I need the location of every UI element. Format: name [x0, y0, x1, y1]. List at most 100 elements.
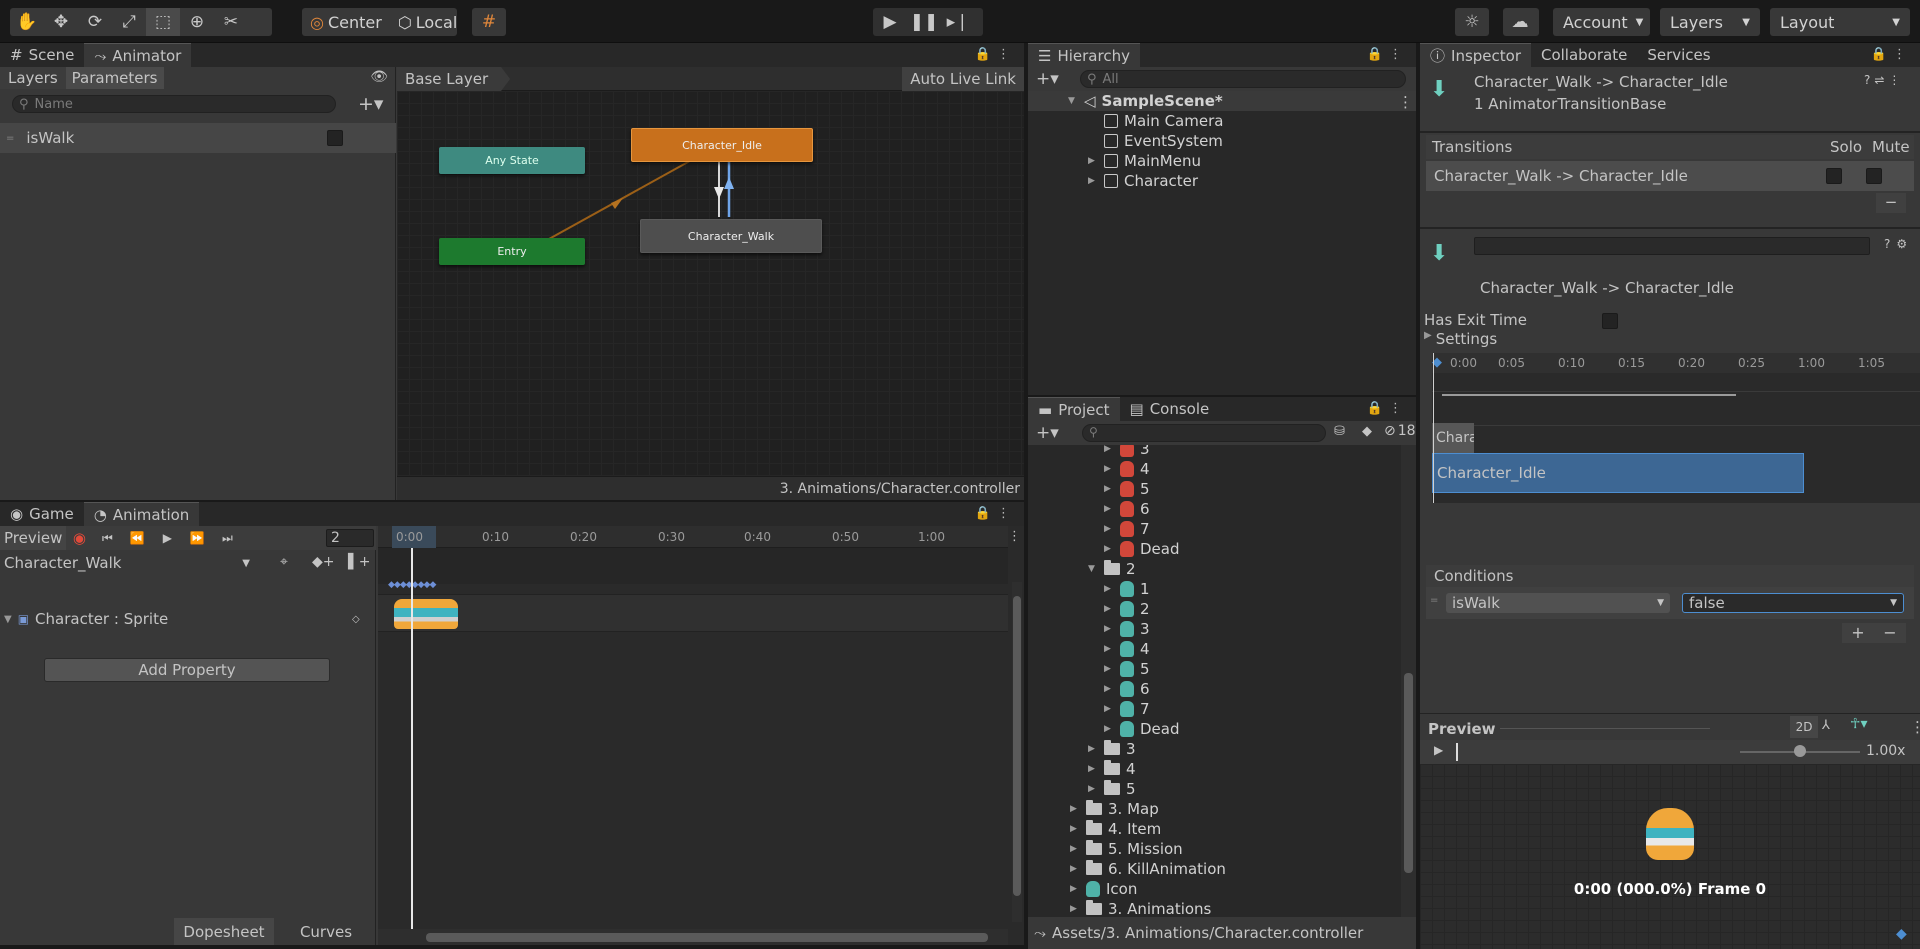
last-key-icon[interactable]: ⏭ [212, 531, 242, 546]
chevron-right-icon[interactable]: ▶ [1070, 904, 1080, 914]
asset-item[interactable]: ▶ Dead [1104, 539, 1180, 559]
folder-item[interactable]: ▶ 6. KillAnimation [1070, 859, 1226, 879]
clip-dropdown[interactable]: Character_Walk ▼ [0, 552, 256, 574]
panel-menu-icons[interactable]: 🔒⋮ [1367, 47, 1408, 62]
inspector-header-icons[interactable]: ?⇌⋮ [1864, 73, 1904, 87]
any-state-node[interactable]: Any State [439, 147, 585, 174]
asset-item[interactable]: ▶ 2 [1104, 599, 1150, 619]
chevron-down-icon[interactable]: ▼ [4, 614, 12, 625]
hierarchy-item-main-camera[interactable]: Main Camera [1104, 111, 1223, 131]
character-walk-node[interactable]: Character_Walk [640, 219, 822, 253]
tab-console[interactable]: ▤ Console [1120, 397, 1220, 421]
layout-dropdown[interactable]: Layout ▼ [1770, 8, 1910, 36]
tab-dopesheet[interactable]: Dopesheet [174, 918, 274, 945]
asset-item[interactable]: ▶ 6 [1104, 679, 1150, 699]
horizontal-scrollbar[interactable] [378, 929, 1008, 945]
sprite-keyframe-row[interactable] [378, 594, 1008, 632]
entry-node[interactable]: Entry [439, 238, 585, 265]
preview-viewport[interactable]: 0:00 (000.0%) Frame 0 ◆ [1420, 764, 1920, 949]
step-icon[interactable]: ▸❘ [941, 8, 975, 36]
chevron-right-icon[interactable]: ▶ [1088, 784, 1098, 794]
add-keyframe-icon[interactable]: ◆+ [312, 554, 335, 570]
sprite-keyframe-thumbnails[interactable] [394, 599, 458, 629]
folder-item[interactable]: ▶ 3 [1088, 739, 1136, 759]
has-exit-time-checkbox[interactable] [1602, 313, 1618, 329]
pause-icon[interactable]: ❚❚ [907, 8, 941, 36]
chevron-right-icon[interactable]: ▶ [1104, 484, 1114, 494]
frame-input[interactable]: 2 [326, 529, 374, 547]
chevron-down-icon[interactable]: ▼ [1068, 96, 1078, 106]
hand-tool-icon[interactable]: ✋ [10, 8, 44, 36]
chevron-right-icon[interactable]: ▶ [1104, 664, 1114, 674]
add-event-icon[interactable]: ▌+ [348, 554, 371, 570]
next-key-icon[interactable]: ⏩ [182, 531, 212, 545]
chevron-right-icon[interactable]: ▶ [1104, 544, 1114, 554]
parameter-bool-checkbox[interactable] [327, 130, 343, 146]
record-icon[interactable]: ◉ [66, 529, 92, 547]
chevron-right-icon[interactable]: ▶ [1070, 864, 1080, 874]
play-icon[interactable]: ▶ [873, 8, 907, 36]
tab-project[interactable]: ▬ Project [1028, 397, 1120, 421]
parameter-search-input[interactable]: ⚲ Name [12, 95, 336, 113]
add-condition-button[interactable]: + [1851, 623, 1864, 643]
pivot-local-button[interactable]: ⬡ Local [390, 8, 465, 36]
settings-foldout[interactable]: ▶ Settings [1424, 330, 1497, 348]
add-parameter-button[interactable]: +▾ [358, 93, 383, 115]
chevron-right-icon[interactable]: ▶ [1104, 504, 1114, 514]
chevron-right-icon[interactable]: ▶ [1104, 724, 1114, 734]
time-ruler[interactable]: 0:00 0:10 0:20 0:30 0:40 0:50 1:00 [378, 526, 1008, 548]
chevron-right-icon[interactable]: ▶ [1070, 844, 1080, 854]
move-tool-icon[interactable]: ✥ [44, 8, 78, 36]
filter-type-icon[interactable]: ⛁ [1334, 424, 1345, 439]
scale-tool-icon[interactable]: ⤢ [112, 8, 146, 36]
rect-tool-icon[interactable]: ⬚ [146, 8, 180, 36]
folder-item[interactable]: ▶ 3. Map [1070, 799, 1159, 819]
asset-item[interactable]: ▶ 4 [1104, 459, 1150, 479]
avatar-icon[interactable]: ☥▾ [1850, 716, 1867, 732]
asset-item[interactable]: ▶ 5 [1104, 659, 1150, 679]
transform-tool-icon[interactable]: ⊕ [180, 8, 214, 36]
preview-menu-icon[interactable]: ⋮ [1910, 718, 1920, 736]
speed-slider-handle[interactable] [1794, 745, 1806, 757]
remove-condition-button[interactable]: − [1883, 623, 1896, 643]
chevron-right-icon[interactable]: ▶ [1104, 524, 1114, 534]
asset-item[interactable]: ▶ 3 [1104, 445, 1150, 459]
chevron-right-icon[interactable]: ▶ [1088, 744, 1098, 754]
first-key-icon[interactable]: ⏮ [92, 531, 122, 546]
filter-label-icon[interactable]: ◆ [1362, 424, 1372, 439]
play-icon[interactable]: ▶ [152, 531, 182, 545]
property-row[interactable]: ▼ ▣ Character : Sprite [4, 610, 168, 628]
parameter-row[interactable]: = isWalk [0, 123, 396, 153]
prev-key-icon[interactable]: ⏪ [122, 531, 152, 545]
solo-checkbox[interactable] [1826, 168, 1842, 184]
chevron-right-icon[interactable]: ▶ [1070, 884, 1080, 894]
asset-label-icon[interactable]: ◆ [1896, 926, 1907, 942]
drag-handle-icon[interactable]: = [1430, 595, 1438, 606]
key-diamond-icon[interactable]: ◇ [352, 614, 360, 625]
vertical-scrollbar[interactable] [1012, 582, 1022, 922]
grid-snap-icon[interactable]: # [472, 8, 506, 36]
scene-root[interactable]: ▼ ◁ SampleScene* [1068, 91, 1223, 111]
preview-toggle[interactable]: Preview [0, 526, 67, 550]
preview-2d-toggle[interactable]: 2D [1790, 716, 1818, 738]
folder-item[interactable]: ▼ 2 [1088, 559, 1136, 579]
transition-name-input[interactable] [1474, 237, 1870, 255]
add-keyframe-target-icon[interactable]: ⌖ [280, 554, 288, 570]
rotate-tool-icon[interactable]: ⟳ [78, 8, 112, 36]
component-header-icons[interactable]: ?⚙ [1884, 237, 1913, 251]
chevron-right-icon[interactable]: ▶ [1070, 824, 1080, 834]
chevron-right-icon[interactable]: ▶ [1088, 156, 1098, 166]
panel-menu-icons[interactable]: 🔒⋮ [975, 506, 1016, 521]
tab-services[interactable]: Services [1637, 43, 1720, 67]
transition-timeline[interactable]: 0:00 0:05 0:10 0:15 0:20 0:25 1:00 1:05 … [1432, 353, 1920, 503]
asset-item[interactable]: ▶ 4 [1104, 639, 1150, 659]
asset-item[interactable]: ▶ 6 [1104, 499, 1150, 519]
condition-value-dropdown[interactable]: false ▼ [1682, 593, 1904, 613]
drag-handle-icon[interactable]: = [6, 133, 14, 144]
tab-animation[interactable]: ◔ Animation [83, 502, 200, 526]
cloud-icon[interactable]: ☁ [1503, 8, 1537, 36]
chevron-right-icon[interactable]: ▶ [1104, 445, 1114, 454]
condition-row[interactable]: = isWalk ▼ false ▼ [1426, 587, 1914, 619]
panel-menu-icons[interactable]: 🔒⋮ [1871, 47, 1912, 62]
timeline-idle-bar[interactable]: Character_Idle [1432, 453, 1804, 493]
